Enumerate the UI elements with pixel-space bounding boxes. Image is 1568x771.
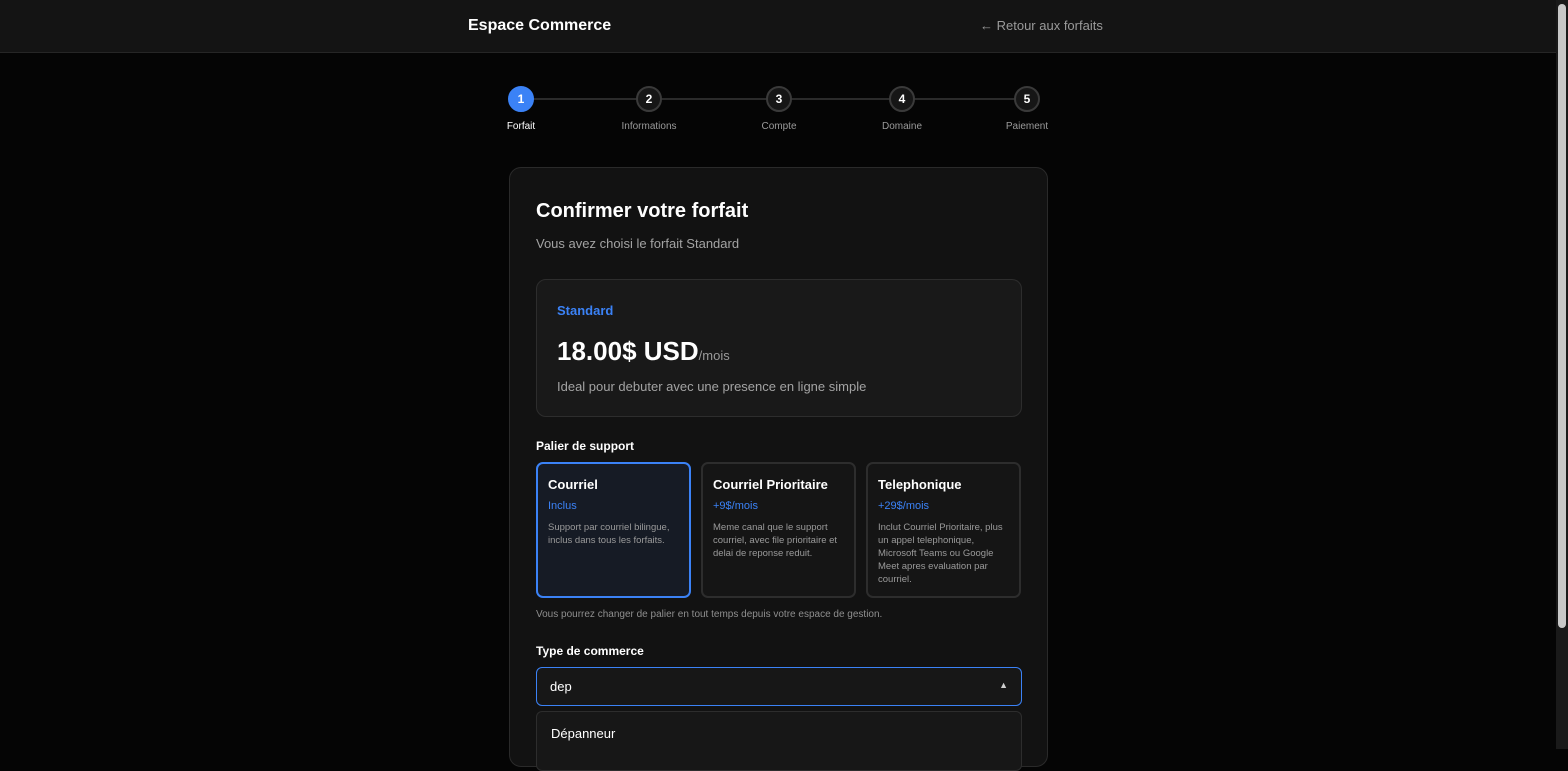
business-type-input[interactable] <box>550 668 980 705</box>
plan-summary: Standard 18.00$ USD/mois Ideal pour debu… <box>536 279 1022 417</box>
page-subtitle: Vous avez choisi le forfait Standard <box>536 236 740 251</box>
step-label: Compte <box>761 121 797 132</box>
step-forfait: 1 Forfait <box>481 86 561 132</box>
step-number: 2 <box>636 86 662 112</box>
back-to-plans-link[interactable]: ← Retour aux forfaits <box>980 18 1103 33</box>
progress-stepper: 1 Forfait 2 Informations 3 Compte 4 Doma… <box>507 86 1048 136</box>
tier-option-courriel[interactable]: Courriel Inclus Support par courriel bil… <box>536 462 691 598</box>
plan-price-amount: 18.00$ USD <box>557 336 699 366</box>
tier-price: +29$/mois <box>878 500 930 512</box>
plan-price-period: /mois <box>698 348 730 363</box>
tier-name: Courriel Prioritaire <box>713 477 828 492</box>
plan-confirmation-card: Confirmer votre forfait Vous avez choisi… <box>509 167 1048 771</box>
tier-description: Inclut Courriel Prioritaire, plus un app… <box>878 522 1003 585</box>
plan-description: Ideal pour debuter avec une presence en … <box>557 379 867 394</box>
tier-description: Meme canal que le support courriel, avec… <box>713 522 838 559</box>
scrollbar[interactable] <box>1556 0 1568 749</box>
support-helper-text: Vous pourrez changer de palier en tout t… <box>536 609 883 620</box>
dropdown-option[interactable]: Dépanneur <box>551 726 615 741</box>
page-title: Confirmer votre forfait <box>536 200 749 222</box>
step-label: Forfait <box>506 121 536 132</box>
step-label: Informations <box>621 121 677 132</box>
tier-name: Telephonique <box>878 477 962 492</box>
scrollbar-thumb[interactable] <box>1558 4 1566 628</box>
plan-name: Standard <box>557 303 614 318</box>
tier-description: Support par courriel bilingue, inclus da… <box>548 522 670 546</box>
caret-up-icon[interactable]: ▲ <box>999 680 1008 690</box>
business-type-dropdown: Dépanneur <box>536 711 1022 771</box>
business-type-label: Type de commerce <box>536 644 644 658</box>
brand-title: Espace Commerce <box>468 17 612 34</box>
step-number: 3 <box>766 86 792 112</box>
tier-option-telephonique[interactable]: Telephonique +29$/mois Inclut Courriel P… <box>866 462 1021 598</box>
top-bar: Espace Commerce ← Retour aux forfaits <box>0 0 1556 53</box>
plan-price: 18.00$ USD/mois <box>557 336 730 367</box>
step-compte: 3 Compte <box>739 86 819 132</box>
step-informations: 2 Informations <box>609 86 689 132</box>
tier-price: Inclus <box>548 500 577 512</box>
step-label: Paiement <box>1005 121 1049 132</box>
step-paiement: 5 Paiement <box>987 86 1067 132</box>
support-tier-label: Palier de support <box>536 439 635 453</box>
step-domaine: 4 Domaine <box>862 86 942 132</box>
tier-name: Courriel <box>548 477 598 492</box>
step-number: 1 <box>508 86 534 112</box>
step-number: 4 <box>889 86 915 112</box>
tier-option-courriel-prioritaire[interactable]: Courriel Prioritaire +9$/mois Meme canal… <box>701 462 856 598</box>
step-number: 5 <box>1014 86 1040 112</box>
business-type-combobox[interactable]: ▲ <box>536 667 1022 706</box>
step-label: Domaine <box>881 121 923 132</box>
tier-price: +9$/mois <box>713 500 758 512</box>
